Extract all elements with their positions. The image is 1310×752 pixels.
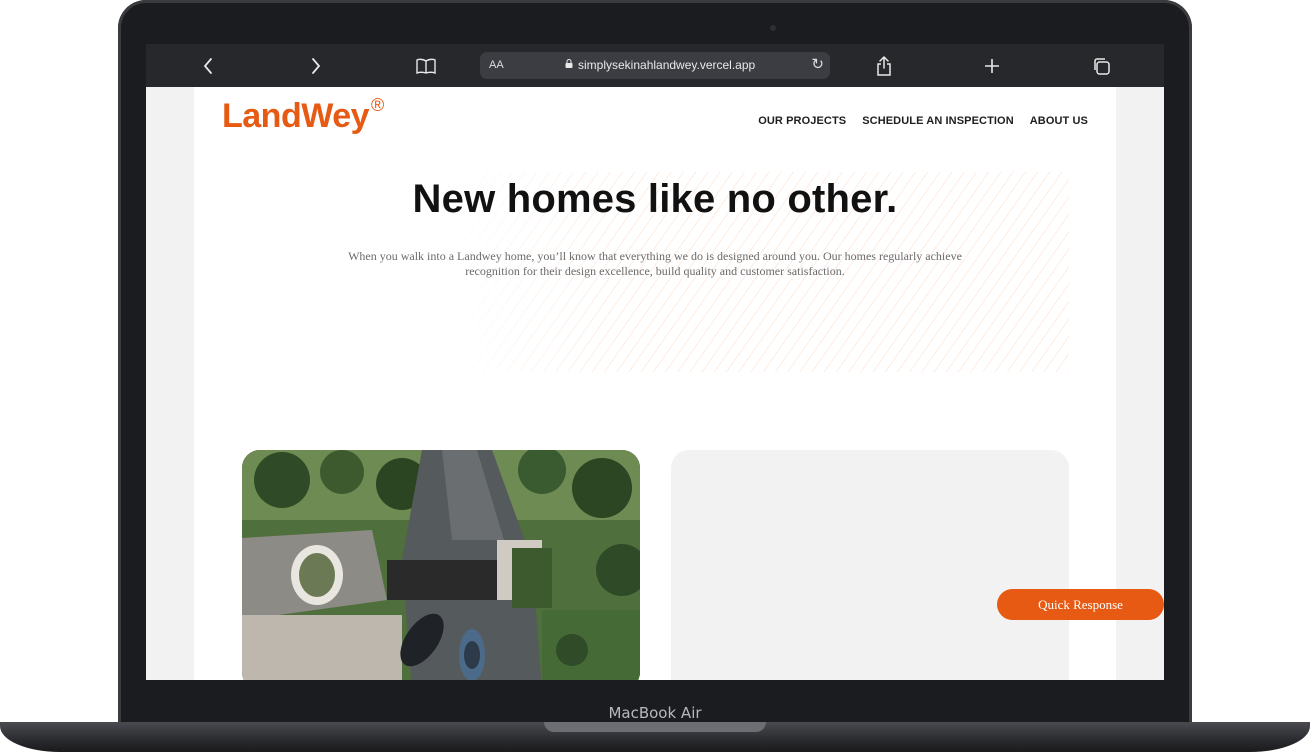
hero-text: When you walk into a Landwey home, you’l…: [348, 249, 962, 278]
web-page: LandWey ® OUR PROJECTS SCHEDULE AN INSPEC…: [194, 87, 1116, 680]
nav-about-us[interactable]: ABOUT US: [1030, 115, 1088, 127]
logo-text: LandWey: [222, 97, 370, 135]
estate-image-card[interactable]: [242, 450, 640, 680]
address-bar[interactable]: AA simplysekinahlandwey.vercel.app ↻: [480, 52, 830, 79]
logo-mark: ®: [371, 94, 384, 115]
hero-title: New homes like no other.: [412, 177, 898, 221]
nav-our-projects[interactable]: OUR PROJECTS: [758, 115, 846, 127]
book-icon[interactable]: [412, 52, 440, 80]
device-label: MacBook Air: [608, 704, 702, 722]
browser-toolbar: AA simplysekinahlandwey.vercel.app ↻: [146, 44, 1164, 87]
site-logo[interactable]: LandWey ®: [222, 94, 384, 136]
plus-icon[interactable]: [978, 52, 1006, 80]
content-card-placeholder: [671, 450, 1069, 680]
nav-schedule-inspection[interactable]: SCHEDULE AN INSPECTION: [862, 115, 1014, 127]
quick-response-button[interactable]: Quick Response: [997, 589, 1164, 620]
url-text: simplysekinahlandwey.vercel.app: [578, 58, 756, 72]
reload-icon[interactable]: ↻: [811, 55, 824, 73]
estate-rendering-image: [242, 450, 640, 680]
chevron-right-icon[interactable]: [302, 52, 330, 80]
text-size-button[interactable]: AA: [489, 59, 504, 71]
main-nav: OUR PROJECTS SCHEDULE AN INSPECTION ABOU…: [758, 115, 1088, 127]
screen: AA simplysekinahlandwey.vercel.app ↻ Lan…: [146, 44, 1164, 680]
camera-dot: [770, 25, 776, 31]
tabs-icon[interactable]: [1087, 52, 1115, 80]
lock-icon: [565, 59, 573, 68]
laptop-notch: [544, 722, 766, 732]
chevron-left-icon[interactable]: [194, 52, 222, 80]
share-icon[interactable]: [870, 52, 898, 80]
